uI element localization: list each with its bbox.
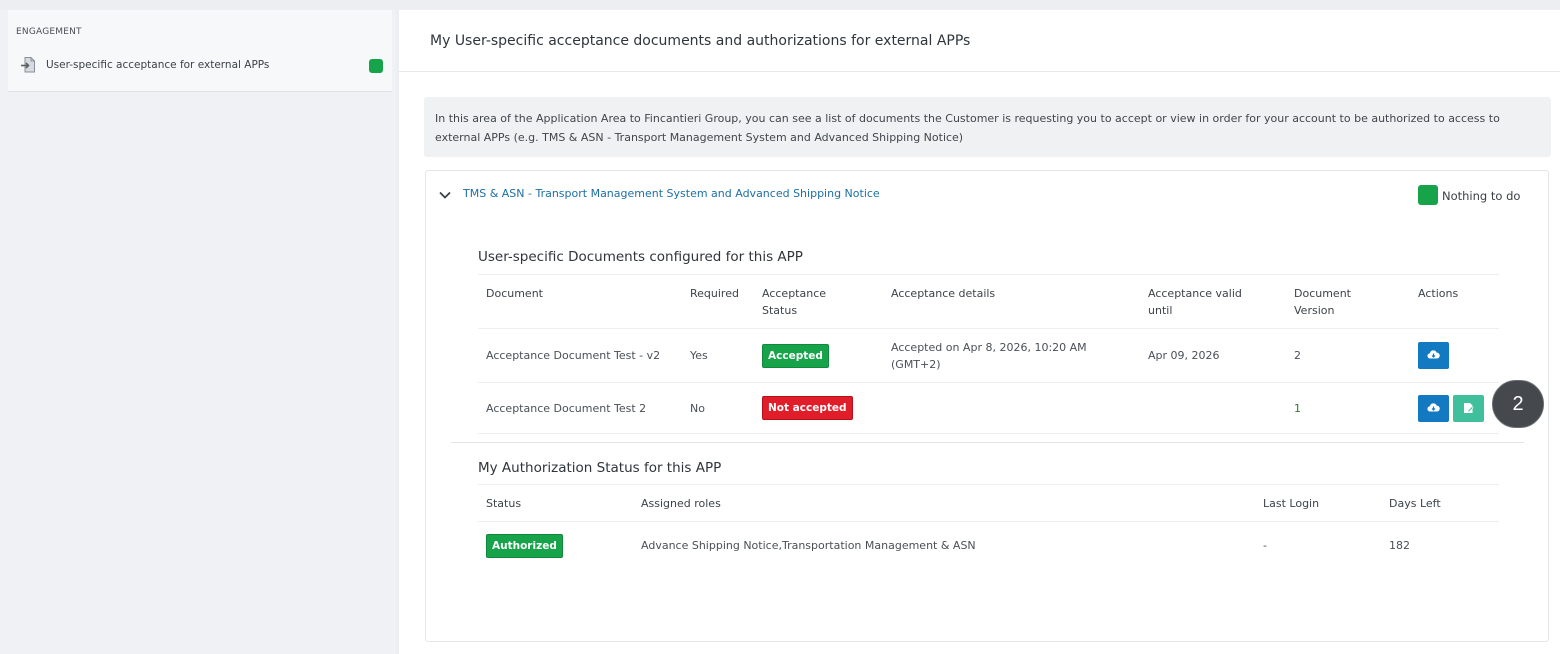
assigned-roles: Advance Shipping Notice,Transportation M… <box>641 539 976 553</box>
status-badge: Not accepted <box>762 396 853 420</box>
section-divider <box>451 442 1524 443</box>
required-value: Yes <box>682 328 754 383</box>
app-header[interactable]: TMS & ASN - Transport Management System … <box>426 183 1548 207</box>
sidebar: ENGAGEMENT User-specific acceptance for … <box>0 10 396 654</box>
column-header-document-version: Document Version <box>1286 274 1410 329</box>
table-row: Authorized Advance Shipping Notice,Trans… <box>478 522 1499 570</box>
column-header-acceptance-details: Acceptance details <box>883 274 1140 329</box>
acceptance-details <box>883 382 1140 434</box>
documents-table: Document Required Acceptance Status Acce… <box>478 274 1499 434</box>
acceptance-status-cell: Accepted <box>754 328 883 383</box>
acceptance-status-cell: Not accepted <box>754 382 883 434</box>
table-row: Acceptance Document Test - v2 Yes Accept… <box>478 328 1499 383</box>
column-header-valid-until: Acceptance valid until <box>1140 274 1286 329</box>
actions-cell <box>1410 382 1499 434</box>
main-panel: My User-specific acceptance documents an… <box>399 10 1560 654</box>
sidebar-status-indicator <box>369 59 383 73</box>
last-login: - <box>1263 539 1267 553</box>
column-header-document: Document <box>478 274 682 329</box>
authorization-section-title: My Authorization Status for this APP <box>478 460 722 476</box>
column-header-assigned-roles: Assigned roles <box>633 484 1255 522</box>
document-version: 1 <box>1286 382 1410 434</box>
column-header-days-left: Days Left <box>1381 484 1499 522</box>
valid-until-value <box>1140 382 1286 434</box>
sidebar-item-user-specific-acceptance[interactable]: User-specific acceptance for external AP… <box>20 54 386 76</box>
document-name: Acceptance Document Test 2 <box>478 382 682 434</box>
column-header-required: Required <box>682 274 754 329</box>
column-header-status: Status <box>478 484 633 522</box>
app-status-indicator <box>1418 185 1438 205</box>
document-import-icon <box>21 57 35 73</box>
column-header-last-login: Last Login <box>1255 484 1381 522</box>
sidebar-item-label: User-specific acceptance for external AP… <box>46 59 270 71</box>
status-badge: Accepted <box>762 343 829 368</box>
authorization-badge: Authorized <box>486 533 563 558</box>
app-name-link[interactable]: TMS & ASN - Transport Management System … <box>463 187 880 200</box>
page-header: My User-specific acceptance documents an… <box>399 10 1560 72</box>
authorization-status-cell: Authorized <box>478 522 633 570</box>
accept-document-button[interactable] <box>1453 394 1484 422</box>
app-status-label: Nothing to do <box>1442 189 1521 203</box>
app-card: TMS & ASN - Transport Management System … <box>425 170 1549 642</box>
sidebar-section: ENGAGEMENT User-specific acceptance for … <box>8 10 392 92</box>
step-number-marker: 2 <box>1492 380 1544 428</box>
document-name: Acceptance Document Test - v2 <box>478 328 682 383</box>
cloud-download-icon <box>1427 402 1440 412</box>
cloud-download-icon <box>1427 350 1440 359</box>
days-left: 182 <box>1389 539 1410 553</box>
acceptance-details: Accepted on Apr 8, 2026, 10:20 AM (GMT+2… <box>883 328 1140 383</box>
download-button[interactable] <box>1418 342 1449 369</box>
document-sign-icon <box>1464 402 1474 413</box>
column-header-actions: Actions <box>1410 274 1499 329</box>
page-title: My User-specific acceptance documents an… <box>430 32 971 49</box>
intro-notice: In this area of the Application Area to … <box>424 97 1551 157</box>
download-button[interactable] <box>1418 394 1449 422</box>
actions-cell <box>1410 328 1499 383</box>
sidebar-heading: ENGAGEMENT <box>16 27 82 37</box>
table-row: Acceptance Document Test 2 No Not accept… <box>478 382 1499 434</box>
documents-section-title: User-specific Documents configured for t… <box>478 249 803 265</box>
chevron-down-icon[interactable] <box>438 188 452 202</box>
authorization-table: Status Assigned roles Last Login Days Le… <box>478 484 1499 570</box>
document-version: 2 <box>1286 328 1410 383</box>
column-header-acceptance-status: Acceptance Status <box>754 274 883 329</box>
valid-until-value: Apr 09, 2026 <box>1140 328 1286 383</box>
required-value: No <box>682 382 754 434</box>
